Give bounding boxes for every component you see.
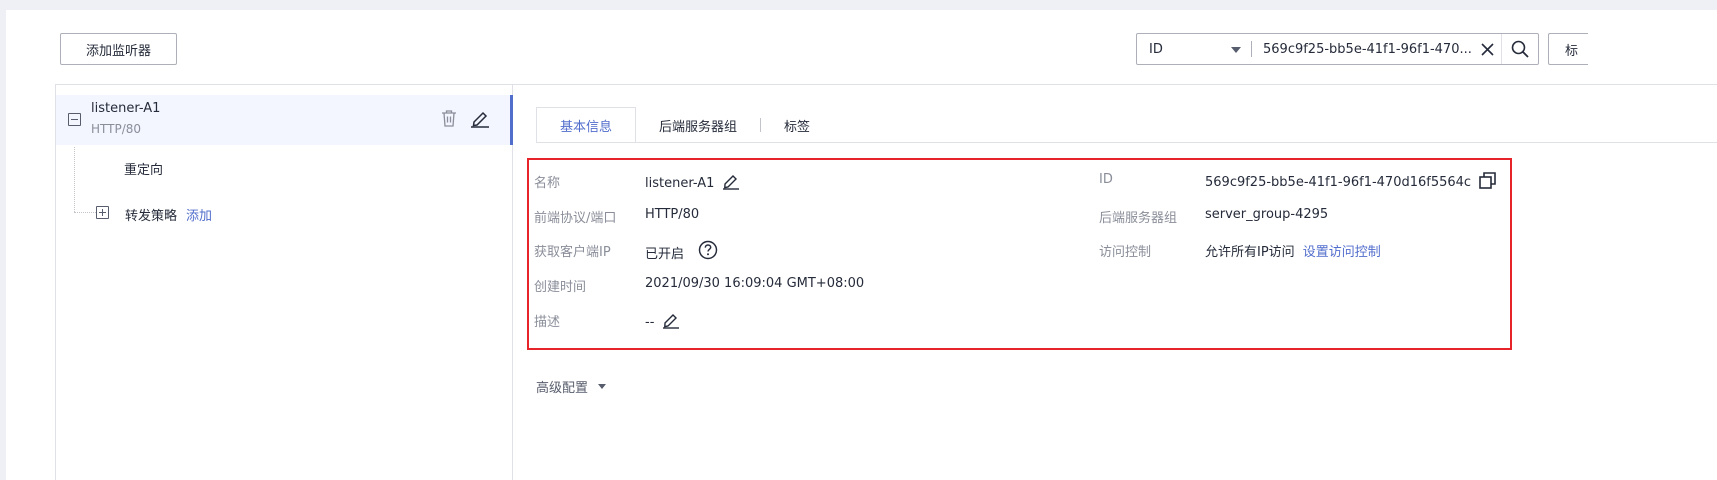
tab-basic-info[interactable]: 基本信息 bbox=[536, 107, 637, 144]
listener-tree: listener-A1 HTTP/80 重定向 转发策略 添加 bbox=[56, 85, 513, 480]
edit-icon[interactable] bbox=[470, 108, 490, 132]
advanced-config-label: 高级配置 bbox=[536, 381, 589, 396]
name-text: listener-A1 bbox=[645, 175, 715, 191]
trash-icon[interactable] bbox=[441, 109, 457, 131]
description-text: -- bbox=[645, 314, 655, 330]
help-icon[interactable] bbox=[698, 240, 718, 264]
listener-panel: listener-A1 HTTP/80 重定向 转发策略 添加 基本信息 后端服… bbox=[55, 84, 1717, 480]
expand-icon[interactable] bbox=[96, 206, 109, 219]
collapse-icon[interactable] bbox=[68, 113, 81, 126]
client-ip-value: 已开启 bbox=[645, 240, 718, 264]
id-text: 569c9f25-bb5e-41f1-96f1-470d16f5564c bbox=[1205, 175, 1472, 190]
id-label: ID bbox=[1099, 172, 1113, 187]
edit-icon[interactable] bbox=[722, 172, 740, 194]
name-label: 名称 bbox=[534, 176, 561, 191]
access-control-value: 允许所有IP访问 设置访问控制 bbox=[1205, 241, 1381, 260]
clear-icon[interactable] bbox=[1473, 34, 1501, 64]
frontend-value: HTTP/80 bbox=[645, 207, 700, 222]
set-access-control-link[interactable]: 设置访问控制 bbox=[1303, 241, 1381, 260]
detail-tabs: 基本信息 后端服务器组 标签 bbox=[536, 107, 833, 144]
redirect-item[interactable]: 重定向 bbox=[124, 159, 163, 178]
listener-name: listener-A1 bbox=[91, 101, 161, 116]
basic-info-section: 名称 listener-A1 前端协议/端口 HTTP/80 获取客户端IP 已… bbox=[527, 158, 1512, 350]
search-bar: ID 569c9f25-bb5e-41f1-96f1-470... bbox=[1136, 33, 1539, 65]
caret-down-icon bbox=[1231, 42, 1241, 57]
tab-tags[interactable]: 标签 bbox=[761, 107, 833, 143]
advanced-config-toggle[interactable]: 高级配置 bbox=[536, 377, 607, 396]
backend-group-value: server_group-4295 bbox=[1205, 207, 1329, 222]
client-ip-label: 获取客户端IP bbox=[534, 245, 611, 260]
created-label: 创建时间 bbox=[534, 280, 587, 295]
edit-icon[interactable] bbox=[662, 311, 680, 333]
tree-connector bbox=[74, 147, 75, 212]
search-input[interactable]: 569c9f25-bb5e-41f1-96f1-470... bbox=[1252, 42, 1473, 57]
forward-policy-label: 转发策略 bbox=[125, 209, 178, 224]
add-listener-button[interactable]: 添加监听器 bbox=[60, 33, 177, 65]
caret-down-icon bbox=[598, 384, 607, 389]
search-icon[interactable] bbox=[1502, 34, 1538, 64]
copy-icon[interactable] bbox=[1479, 172, 1496, 193]
search-field-select[interactable]: ID bbox=[1137, 34, 1251, 64]
created-value: 2021/09/30 16:09:04 GMT+08:00 bbox=[645, 276, 865, 291]
name-value: listener-A1 bbox=[645, 172, 740, 194]
description-label: 描述 bbox=[534, 315, 561, 330]
tag-filter-button[interactable]: 标 bbox=[1548, 33, 1588, 65]
page: 添加监听器 ID 569c9f25-bb5e-41f1-96f1-470... … bbox=[6, 10, 1717, 480]
access-control-text: 允许所有IP访问 bbox=[1205, 245, 1295, 260]
tab-backend-group[interactable]: 后端服务器组 bbox=[636, 107, 760, 143]
tree-connector bbox=[74, 212, 96, 213]
backend-group-label: 后端服务器组 bbox=[1099, 211, 1178, 226]
add-forward-policy-link[interactable]: 添加 bbox=[186, 205, 212, 224]
description-value: -- bbox=[645, 311, 680, 333]
client-ip-text: 已开启 bbox=[645, 246, 685, 262]
id-value: 569c9f25-bb5e-41f1-96f1-470d16f5564c bbox=[1205, 172, 1496, 193]
access-control-label: 访问控制 bbox=[1099, 245, 1152, 260]
tabs-underline bbox=[536, 142, 1717, 143]
search-field-label: ID bbox=[1149, 41, 1163, 57]
listener-item[interactable]: listener-A1 HTTP/80 bbox=[56, 95, 513, 145]
frontend-label: 前端协议/端口 bbox=[534, 211, 617, 226]
listener-protocol: HTTP/80 bbox=[91, 122, 142, 136]
